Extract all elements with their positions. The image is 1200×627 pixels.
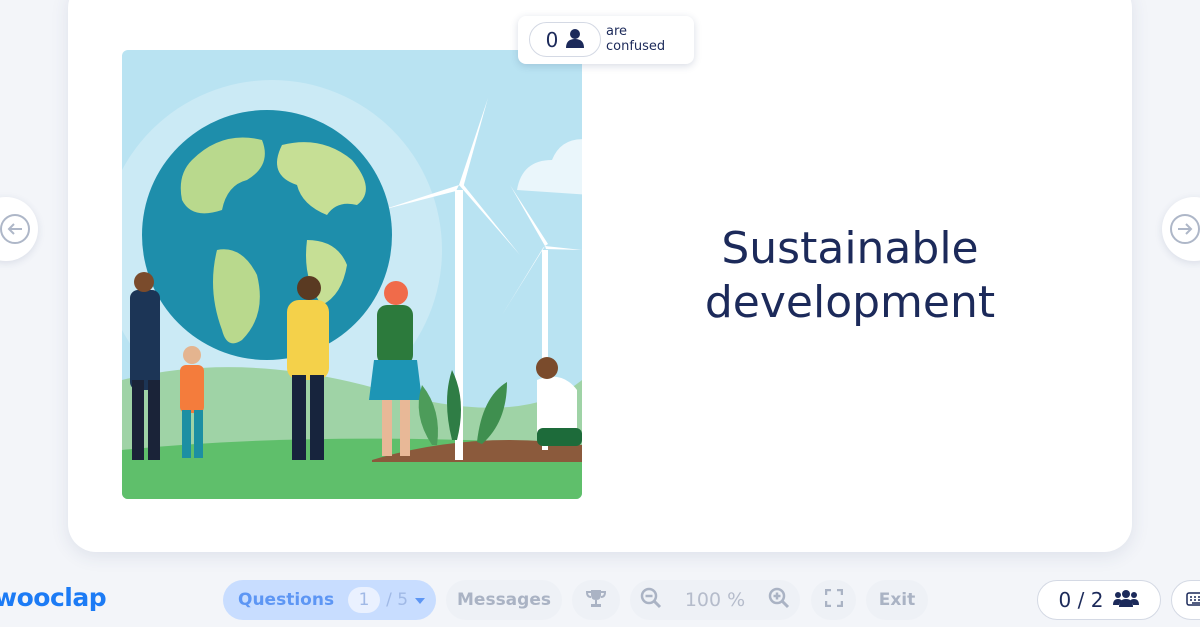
previous-slide-button[interactable] — [0, 197, 38, 261]
confused-count: 0 — [545, 27, 559, 52]
zoom-in-icon[interactable] — [768, 587, 790, 614]
keyboard-icon — [1186, 591, 1200, 610]
participants-counter[interactable]: 0 / 2 — [1037, 580, 1161, 620]
confused-count-pill: 0 — [529, 22, 601, 57]
questions-label: Questions — [238, 590, 335, 610]
arrow-right-icon — [1170, 214, 1200, 244]
questions-total: / 5 — [386, 590, 409, 610]
confused-label: are confused — [606, 24, 665, 54]
next-slide-button[interactable] — [1162, 197, 1200, 261]
slide-title: Sustainable development — [704, 223, 996, 328]
zoom-out-icon[interactable] — [640, 587, 662, 614]
arrow-left-icon — [0, 214, 30, 244]
questions-current-badge: 1 — [348, 587, 381, 613]
trophy-icon — [585, 588, 607, 613]
zoom-value: 100 % — [684, 589, 746, 611]
confused-label-line1: are — [606, 24, 628, 39]
person-icon — [566, 28, 585, 52]
users-icon — [1113, 588, 1140, 612]
wooclap-logo: wooclap — [0, 583, 107, 612]
zoom-controls: 100 % — [630, 580, 800, 620]
fullscreen-button[interactable] — [811, 580, 856, 620]
leaderboard-button[interactable] — [572, 580, 620, 620]
slide-illustration — [122, 50, 582, 499]
confused-label-line2: confused — [606, 39, 666, 54]
fullscreen-icon — [824, 588, 843, 612]
exit-button[interactable]: Exit — [866, 580, 928, 620]
chevron-down-icon — [414, 590, 426, 610]
confused-indicator: 0 are confused — [518, 16, 694, 64]
participants-count: 0 / 2 — [1058, 588, 1104, 612]
questions-button[interactable]: Questions 1 / 5 — [223, 580, 436, 620]
messages-button[interactable]: Messages — [446, 580, 562, 620]
